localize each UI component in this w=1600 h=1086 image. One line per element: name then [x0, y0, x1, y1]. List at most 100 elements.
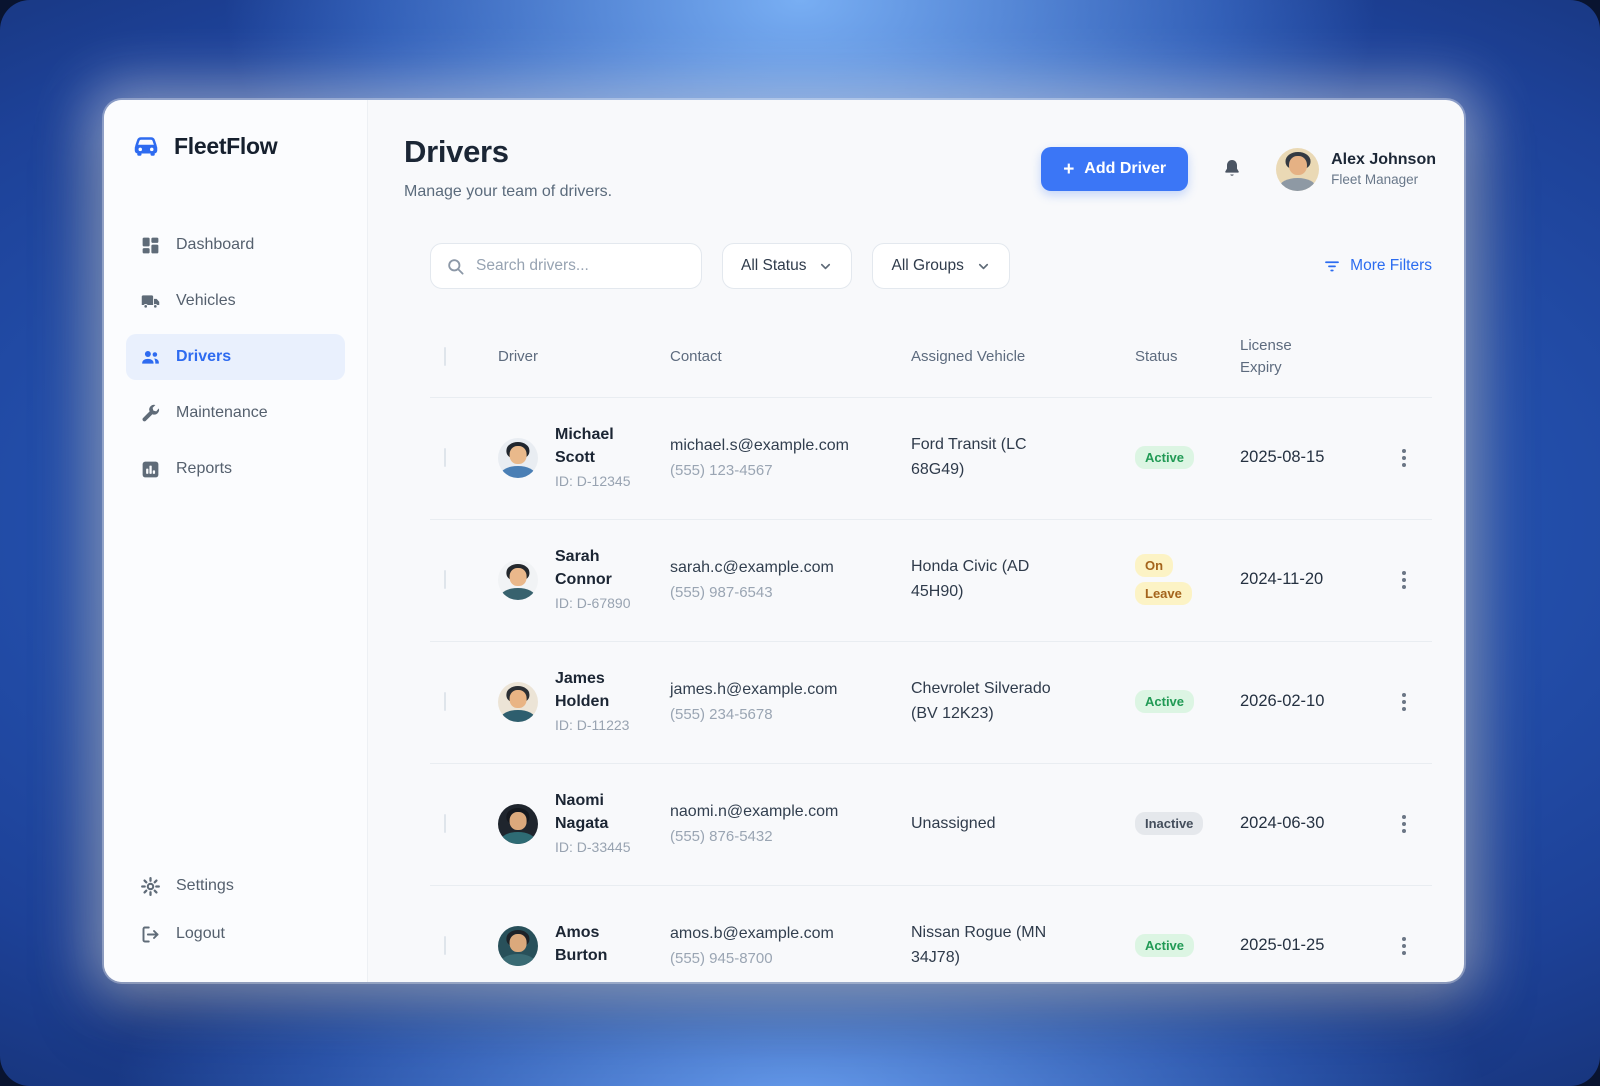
gear-icon	[140, 876, 161, 897]
sidebar-nav: Dashboard Vehicles	[126, 222, 345, 492]
sidebar-item-drivers[interactable]: Drivers	[126, 334, 345, 380]
table-row: Naomi Nagata ID: D-33445 naomi.n@example…	[430, 763, 1432, 885]
column-header-vehicle: Assigned Vehicle	[911, 348, 1135, 365]
wrench-icon	[140, 403, 161, 424]
user-role: Fleet Manager	[1331, 172, 1436, 187]
sidebar-item-label: Maintenance	[176, 404, 268, 422]
sidebar-item-vehicles[interactable]: Vehicles	[126, 278, 345, 324]
status-badge: Active	[1135, 934, 1194, 957]
kebab-icon	[1402, 937, 1406, 941]
driver-email: amos.b@example.com	[670, 925, 911, 943]
row-menu-button[interactable]	[1396, 687, 1412, 717]
table-row: Amos Burton amos.b@example.com (555) 945…	[430, 885, 1432, 983]
driver-id: ID: D-12345	[555, 472, 641, 492]
groups-filter-dropdown[interactable]: All Groups	[872, 243, 1009, 289]
row-checkbox[interactable]	[444, 570, 446, 589]
sidebar-item-label: Settings	[176, 877, 234, 895]
main-content: Drivers Manage your team of drivers. + A…	[368, 100, 1464, 982]
row-checkbox[interactable]	[444, 448, 446, 467]
assigned-vehicle: Nissan Rogue (MN 34J78)	[911, 921, 1071, 971]
driver-id: ID: D-11223	[555, 716, 641, 736]
driver-avatar	[498, 804, 538, 844]
sidebar-item-maintenance[interactable]: Maintenance	[126, 390, 345, 436]
assigned-vehicle: Ford Transit (LC 68G49)	[911, 433, 1071, 483]
search-box[interactable]	[430, 243, 702, 289]
chevron-down-icon	[818, 259, 833, 274]
app-logo: FleetFlow	[126, 130, 345, 162]
dashboard-icon	[140, 235, 161, 256]
row-menu-button[interactable]	[1396, 443, 1412, 473]
status-badge: Inactive	[1135, 812, 1203, 835]
plus-icon: +	[1063, 160, 1074, 179]
row-menu-button[interactable]	[1396, 931, 1412, 961]
table-row: James Holden ID: D-11223 james.h@example…	[430, 641, 1432, 763]
row-checkbox[interactable]	[444, 814, 446, 833]
search-input[interactable]	[476, 257, 686, 275]
sidebar: FleetFlow Dashboard	[104, 100, 368, 982]
sidebar-item-settings[interactable]: Settings	[126, 864, 345, 908]
column-header-contact: Contact	[670, 348, 911, 365]
assigned-vehicle: Unassigned	[911, 812, 1071, 837]
user-name: Alex Johnson	[1331, 151, 1436, 169]
filters-bar: All Status All Groups	[430, 243, 1432, 289]
notifications-button[interactable]	[1218, 155, 1246, 183]
driver-name: James Holden	[555, 668, 641, 713]
row-menu-button[interactable]	[1396, 809, 1412, 839]
app-name: FleetFlow	[174, 133, 277, 160]
status-badge: Active	[1135, 690, 1194, 713]
driver-name: Michael Scott	[555, 424, 641, 469]
driver-id: ID: D-33445	[555, 838, 641, 858]
driver-email: naomi.n@example.com	[670, 803, 911, 821]
page-subtitle: Manage your team of drivers.	[404, 183, 612, 201]
sidebar-item-logout[interactable]: Logout	[126, 912, 345, 956]
driver-phone: (555) 945-8700	[670, 950, 911, 967]
driver-name: Sarah Connor	[555, 546, 641, 591]
table-row: Sarah Connor ID: D-67890 sarah.c@example…	[430, 519, 1432, 641]
bell-icon	[1220, 157, 1244, 181]
driver-phone: (555) 876-5432	[670, 828, 911, 845]
sidebar-item-label: Vehicles	[176, 292, 236, 310]
driver-avatar	[498, 560, 538, 600]
assigned-vehicle: Honda Civic (AD 45H90)	[911, 555, 1071, 605]
license-expiry: 2024-06-30	[1240, 811, 1334, 837]
drivers-people-icon	[140, 347, 161, 368]
column-header-status: Status	[1135, 348, 1240, 365]
sidebar-item-dashboard[interactable]: Dashboard	[126, 222, 345, 268]
sidebar-item-reports[interactable]: Reports	[126, 446, 345, 492]
header-actions: + Add Driver Alex Johnson Fleet Mana	[1041, 147, 1436, 191]
sidebar-item-label: Logout	[176, 925, 225, 943]
select-all-checkbox[interactable]	[444, 347, 446, 366]
more-filters-button[interactable]: More Filters	[1323, 257, 1432, 275]
avatar	[1276, 148, 1319, 191]
add-driver-button[interactable]: + Add Driver	[1041, 147, 1188, 191]
row-menu-button[interactable]	[1396, 565, 1412, 595]
row-checkbox[interactable]	[444, 936, 446, 955]
chevron-down-icon	[976, 259, 991, 274]
app-window: FleetFlow Dashboard	[104, 100, 1464, 982]
driver-name: Naomi Nagata	[555, 790, 641, 835]
driver-avatar	[498, 926, 538, 966]
driver-avatar	[498, 438, 538, 478]
sidebar-item-label: Reports	[176, 460, 232, 478]
license-expiry: 2026-02-10	[1240, 689, 1334, 715]
filter-lines-icon	[1323, 257, 1341, 275]
status-badge: On Leave	[1135, 554, 1192, 605]
sidebar-item-label: Drivers	[176, 348, 231, 366]
row-checkbox[interactable]	[444, 692, 446, 711]
kebab-icon	[1402, 449, 1406, 453]
driver-phone: (555) 123-4567	[670, 462, 911, 479]
status-filter-dropdown[interactable]: All Status	[722, 243, 852, 289]
kebab-icon	[1402, 571, 1406, 575]
driver-id: ID: D-67890	[555, 594, 641, 614]
kebab-icon	[1402, 815, 1406, 819]
driver-email: sarah.c@example.com	[670, 559, 911, 577]
sidebar-item-label: Dashboard	[176, 236, 254, 254]
driver-email: michael.s@example.com	[670, 437, 911, 455]
license-expiry: 2025-08-15	[1240, 445, 1334, 471]
assigned-vehicle: Chevrolet Silverado (BV 12K23)	[911, 677, 1071, 727]
license-expiry: 2024-11-20	[1240, 567, 1334, 593]
report-chart-icon	[140, 459, 161, 480]
page-header: Drivers Manage your team of drivers. + A…	[404, 134, 1436, 201]
drivers-table: Michael Scott ID: D-12345 michael.s@exam…	[430, 397, 1432, 983]
user-menu[interactable]: Alex Johnson Fleet Manager	[1276, 148, 1436, 191]
